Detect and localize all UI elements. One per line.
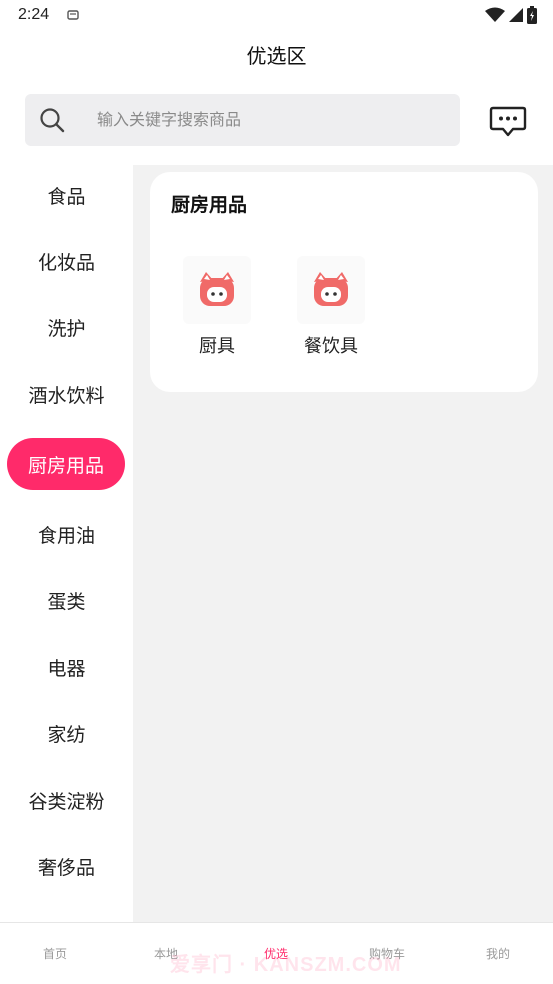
category-label: 谷类淀粉	[28, 790, 105, 813]
search-placeholder: 输入关键字搜索商品	[97, 110, 242, 129]
page-title: 优选区	[246, 44, 307, 68]
category-label: 蛋类	[47, 590, 86, 613]
category-item-textiles[interactable]: 家纺	[0, 707, 133, 759]
subcategory-panel: 厨房用品 厨具 餐饮具	[150, 172, 538, 392]
category-item-grains[interactable]: 谷类淀粉	[0, 774, 133, 826]
category-sidebar: 食品 化妆品 洗护 酒水饮料 厨房用品 食用油 蛋类 电器 家纺 谷类淀粉 奢侈…	[0, 165, 133, 922]
search-input[interactable]: 输入关键字搜索商品	[25, 94, 460, 146]
category-item-kitchen[interactable]: 厨房用品	[7, 438, 125, 490]
category-item-drinks[interactable]: 酒水饮料	[0, 368, 133, 420]
category-label: 洗护	[47, 317, 86, 340]
category-item-cooking-oil[interactable]: 食用油	[0, 508, 133, 560]
panel-title: 厨房用品	[171, 194, 248, 216]
subcategory-label: 餐饮具	[304, 336, 358, 357]
category-label: 家纺	[47, 723, 86, 746]
pig-placeholder-icon	[314, 272, 348, 306]
category-item-cosmetics[interactable]: 化妆品	[0, 235, 133, 287]
signal-icon	[509, 8, 523, 22]
pig-placeholder-icon	[200, 272, 234, 306]
subcategory-thumb	[297, 256, 365, 324]
subcategory-thumb	[183, 256, 251, 324]
subcategory-item-cookware[interactable]: 厨具	[172, 256, 262, 358]
title-bar: 优选区	[0, 36, 553, 76]
category-label: 厨房用品	[27, 454, 104, 477]
nav-label: 首页	[42, 947, 67, 961]
category-label: 奢侈品	[37, 856, 95, 879]
search-icon	[40, 108, 65, 133]
message-icon[interactable]	[489, 106, 527, 138]
nav-mine[interactable]: 我的	[443, 923, 553, 984]
wifi-icon	[485, 7, 505, 22]
category-item-washcare[interactable]: 洗护	[0, 301, 133, 353]
subcategory-label: 厨具	[199, 336, 235, 357]
category-label: 电器	[47, 657, 86, 680]
status-time: 2:24	[18, 6, 50, 23]
nav-label: 我的	[485, 947, 510, 961]
category-item-food[interactable]: 食品	[0, 169, 133, 221]
category-label: 化妆品	[37, 251, 95, 274]
category-label: 食品	[47, 185, 86, 208]
status-icons	[485, 6, 537, 24]
status-bar: 2:24	[0, 0, 553, 32]
category-label: 酒水饮料	[28, 384, 105, 407]
watermark: 爱享门 · KANSZM.COM	[170, 954, 402, 976]
category-item-eggs[interactable]: 蛋类	[0, 574, 133, 626]
category-item-luxury[interactable]: 奢侈品	[0, 840, 133, 892]
category-item-appliances[interactable]: 电器	[0, 641, 133, 693]
nav-home[interactable]: 首页	[0, 923, 110, 984]
category-label: 食用油	[37, 524, 95, 547]
battery-icon	[527, 6, 537, 24]
subcategory-item-tableware[interactable]: 餐饮具	[286, 256, 376, 358]
notification-icon	[67, 10, 79, 20]
